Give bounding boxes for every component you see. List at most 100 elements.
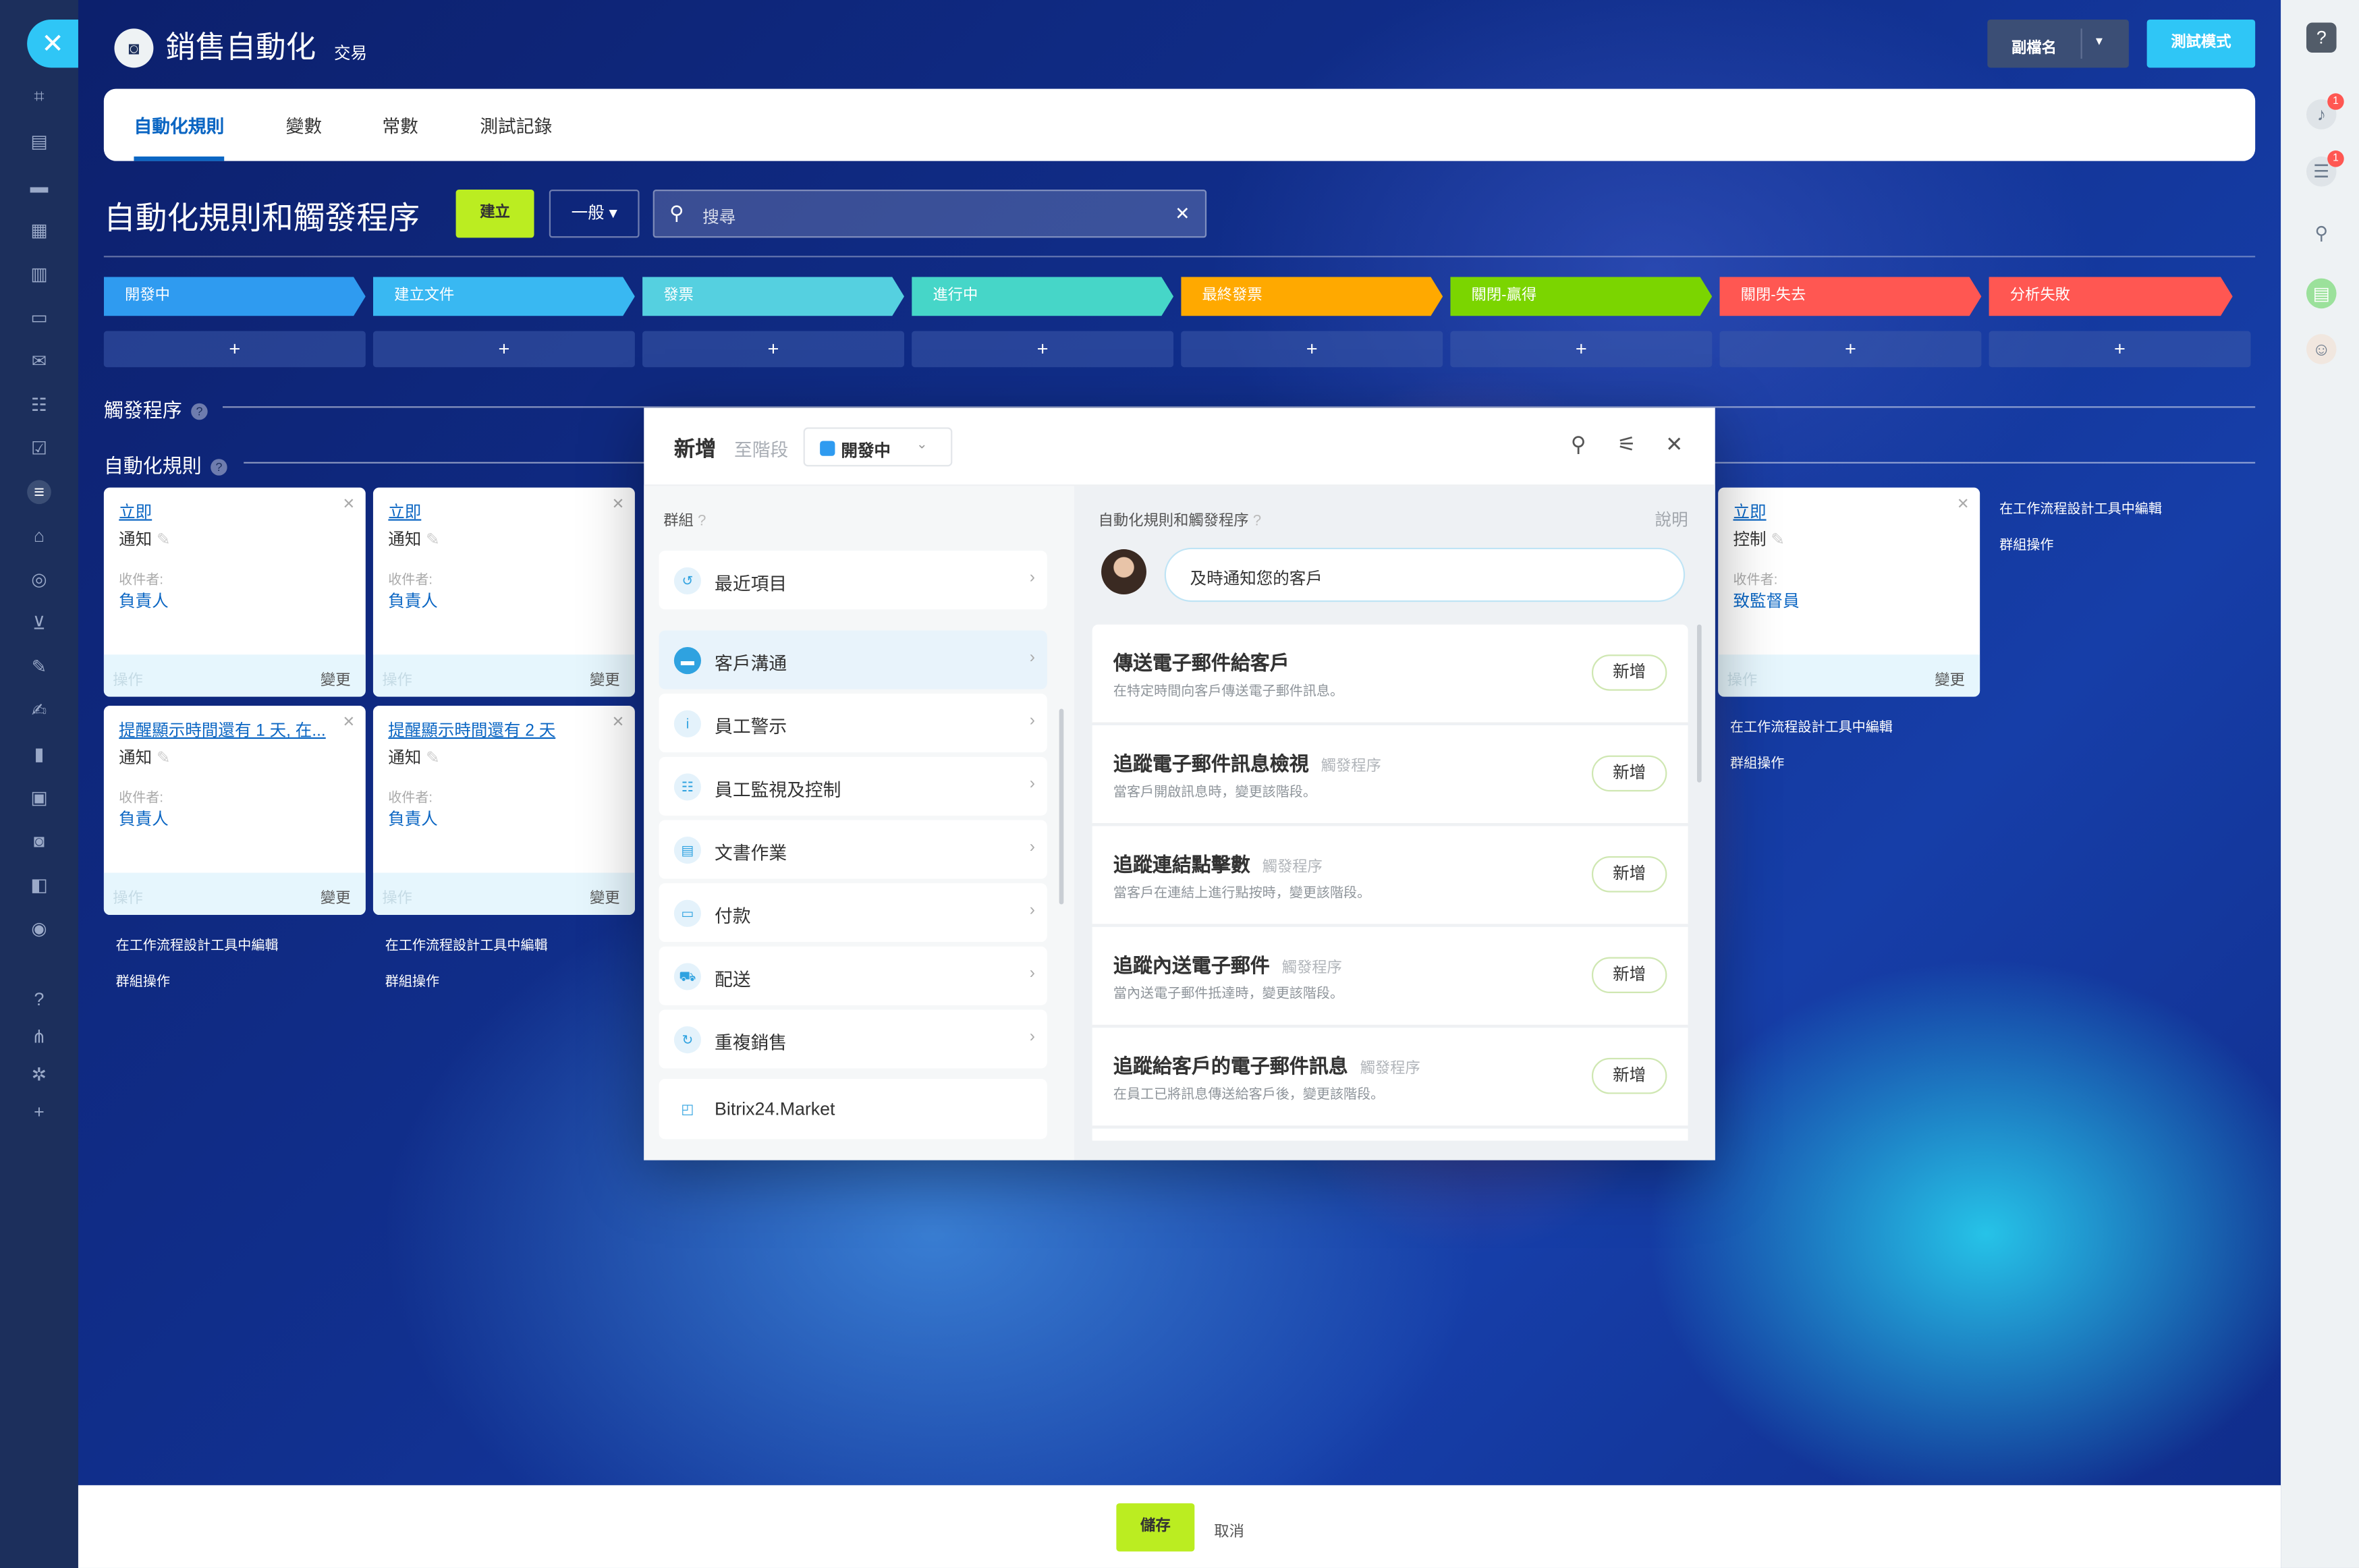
group-item[interactable]: ↺ 最近項目 ›	[659, 551, 1047, 610]
close-icon[interactable]: ✕	[342, 715, 355, 731]
stage-4[interactable]: 最終發票	[1181, 277, 1443, 316]
rule-template-item[interactable]: 追蹤連結點擊數 觸發程序 當客戶在連結上進行點按時，變更該階段。 新增	[1092, 826, 1688, 926]
contact-icon[interactable]: ▣	[27, 785, 51, 810]
pencil-icon[interactable]: ✎	[1771, 531, 1785, 549]
box-icon[interactable]: ◧	[27, 873, 51, 897]
designer-link[interactable]: 在工作流程設計工具中編輯	[116, 934, 279, 954]
change-link[interactable]: 變更	[321, 667, 351, 690]
rule-title[interactable]: 提醒顯示時間還有 1 天, 在...	[119, 718, 333, 742]
rule-card[interactable]: 提醒顯示時間還有 2 天 ✕ 通知 ✎ 收件者: 負責人 操作 變更	[372, 706, 635, 916]
mail-icon[interactable]: ✉	[27, 349, 51, 373]
search-icon[interactable]: ⚲	[2306, 218, 2337, 248]
feed-icon[interactable]: ▤	[27, 130, 51, 154]
group-item[interactable]: ↻ 重複銷售 ›	[659, 1009, 1047, 1069]
recipient-value[interactable]: 負責人	[388, 588, 438, 613]
rule-template-item[interactable]: 傳送電子郵件給客戶 在特定時間向客戶傳送電子郵件訊息。 新增	[1092, 624, 1688, 724]
help-link[interactable]: 說明	[1655, 507, 1688, 532]
tab-automation-rules[interactable]: 自動化規則	[134, 113, 225, 161]
extension-button[interactable]: 副檔名 ▾	[1987, 19, 2129, 68]
change-link[interactable]: 變更	[1935, 667, 1965, 690]
calendar-icon[interactable]: ▦	[27, 218, 51, 242]
filter-select[interactable]: 一般 ▾	[549, 190, 640, 238]
add-trigger-button[interactable]: +	[372, 331, 635, 368]
add-icon[interactable]: +	[27, 1100, 51, 1124]
rule-title[interactable]: 立即	[1733, 499, 1947, 524]
close-icon[interactable]: ✕	[612, 715, 625, 731]
group-item[interactable]: ▬ 客戶溝通 ›	[659, 630, 1047, 690]
save-button[interactable]: 儲存	[1116, 1503, 1195, 1552]
add-trigger-button[interactable]: +	[1181, 331, 1443, 368]
stage-5[interactable]: 關閉-贏得	[1450, 277, 1712, 316]
chevron-down-icon[interactable]: ▾	[2096, 33, 2103, 50]
add-trigger-button[interactable]: +	[912, 331, 1174, 368]
pencil-icon[interactable]: ✎	[157, 531, 171, 549]
group-item[interactable]: ▭ 付款 ›	[659, 883, 1047, 943]
target-icon[interactable]: ◎	[27, 567, 51, 592]
rule-card[interactable]: 立即 ✕ 通知 ✎ 收件者: 負責人 操作 變更	[372, 487, 635, 697]
group-item[interactable]: ☷ 員工監視及控制 ›	[659, 756, 1047, 816]
add-trigger-button[interactable]: +	[1450, 331, 1713, 368]
stage-0[interactable]: 開發中	[104, 277, 366, 316]
add-button[interactable]: 新增	[1591, 755, 1667, 792]
document-icon[interactable]: ▥	[27, 262, 51, 286]
chat-icon[interactable]: ▬	[27, 175, 51, 199]
add-button[interactable]: 新增	[1591, 957, 1667, 993]
scrollbar[interactable]	[1059, 708, 1064, 905]
bank-icon[interactable]: ⌂	[27, 524, 51, 548]
designer-link[interactable]: 在工作流程設計工具中編輯	[1730, 717, 1893, 736]
close-icon[interactable]: ✕	[342, 497, 355, 513]
designer-link[interactable]: 在工作流程設計工具中編輯	[385, 934, 548, 954]
stage-2[interactable]: 發票	[642, 277, 904, 316]
pencil-icon[interactable]: ✎	[426, 750, 440, 768]
designer-link[interactable]: 在工作流程設計工具中編輯	[1999, 498, 2162, 517]
tasks-icon[interactable]: ☑	[27, 437, 51, 461]
add-button[interactable]: 新增	[1591, 1057, 1667, 1094]
change-link[interactable]: 變更	[321, 885, 351, 907]
help-icon[interactable]: ?	[27, 987, 51, 1011]
rule-title[interactable]: 立即	[119, 499, 333, 524]
close-icon[interactable]: ✕	[612, 497, 625, 513]
add-trigger-button[interactable]: +	[103, 331, 366, 368]
pen-icon[interactable]: ✍	[27, 698, 51, 723]
stage-1[interactable]: 建立文件	[373, 277, 635, 316]
rule-title[interactable]: 立即	[388, 499, 602, 524]
robot-icon[interactable]: ◙	[27, 829, 51, 853]
add-trigger-button[interactable]: +	[642, 331, 904, 368]
settings-icon[interactable]: ✲	[27, 1063, 51, 1087]
chart-icon[interactable]: ▮	[27, 742, 51, 766]
stage-7[interactable]: 分析失敗	[1989, 277, 2233, 316]
more-icon[interactable]: ◉	[27, 916, 51, 941]
help-icon[interactable]: ?	[191, 403, 208, 420]
avatar[interactable]: ☺	[2306, 334, 2337, 364]
crm-icon[interactable]: ≡	[27, 480, 51, 505]
stage-select[interactable]: 開發中 ⌄	[803, 427, 953, 467]
tab-constants[interactable]: 常數	[382, 113, 418, 138]
rule-template-item[interactable]: 追蹤給客戶的電子郵件訊息 觸發程序 在員工已將訊息傳送給客戶後，變更該階段。 新增	[1092, 1028, 1688, 1127]
scrollbar[interactable]	[1696, 624, 1702, 783]
cart-icon[interactable]: ⊻	[27, 611, 51, 636]
sign-icon[interactable]: ✎	[27, 654, 51, 679]
group-actions-link[interactable]: 群組操作	[116, 971, 170, 990]
help-icon[interactable]: ?	[1253, 513, 1261, 530]
group-item[interactable]: i 員工警示 ›	[659, 694, 1047, 753]
rule-template-item[interactable]: 追蹤內送電子郵件 觸發程序 當內送電子郵件抵達時，變更該階段。 新增	[1092, 926, 1688, 1027]
sitemap-icon[interactable]: ⋔	[27, 1025, 51, 1049]
recipient-value[interactable]: 負責人	[119, 588, 169, 613]
rule-title[interactable]: 提醒顯示時間還有 2 天	[388, 718, 602, 742]
help-icon[interactable]: ?	[698, 513, 706, 530]
clear-icon[interactable]: ✕	[1175, 203, 1190, 224]
group-actions-link[interactable]: 群組操作	[1730, 752, 1784, 772]
search-icon[interactable]: ⚲	[1571, 432, 1586, 457]
create-button[interactable]: 建立	[455, 190, 534, 238]
market-item[interactable]: ◰ Bitrix24.Market	[659, 1079, 1047, 1140]
change-link[interactable]: 變更	[590, 667, 620, 690]
group-actions-link[interactable]: 群組操作	[1999, 534, 2053, 554]
close-icon[interactable]: ✕	[1665, 432, 1683, 457]
help-icon[interactable]: ?	[2306, 22, 2337, 53]
stage-6[interactable]: 關閉-失去	[1719, 277, 1981, 316]
group-item[interactable]: ⛟ 配送 ›	[659, 946, 1047, 1005]
help-icon[interactable]: ?	[211, 459, 227, 476]
pencil-icon[interactable]: ✎	[157, 750, 171, 768]
cancel-button[interactable]: 取消	[1214, 1518, 1244, 1541]
pencil-icon[interactable]: ✎	[426, 531, 440, 549]
